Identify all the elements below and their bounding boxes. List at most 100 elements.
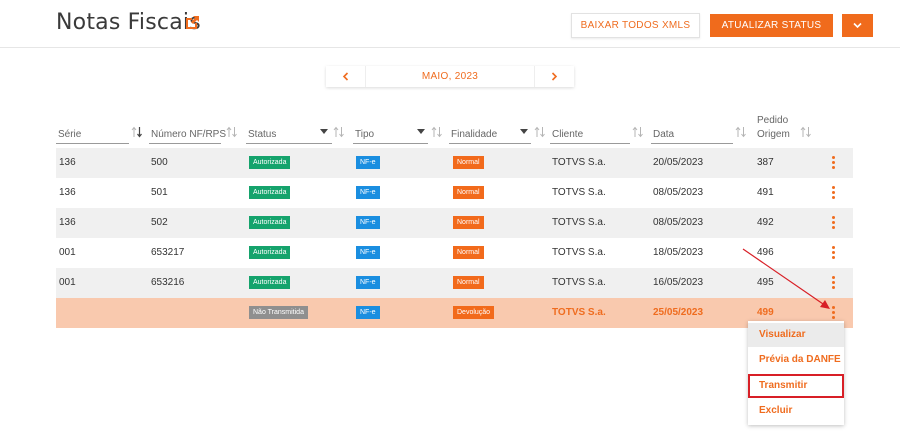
column-label-pedido: Pedido bbox=[757, 115, 789, 126]
status-badge: Não Transmitida bbox=[249, 306, 308, 319]
download-all-xmls-button[interactable]: BAIXAR TODOS XMLS bbox=[571, 13, 700, 38]
cell-pedido: 496 bbox=[757, 247, 774, 258]
cell-data: 25/05/2023 bbox=[653, 307, 704, 318]
sort-icon[interactable] bbox=[632, 126, 644, 138]
cell-numero: 653216 bbox=[151, 277, 185, 288]
current-month-label: MAIO, 2023 bbox=[421, 71, 479, 82]
column-label-status: Status bbox=[248, 129, 277, 140]
table-row[interactable]: 136 500 Autorizada NF-e Normal TOTVS S.a. 20/0… bbox=[56, 148, 853, 178]
cell-numero: 502 bbox=[151, 217, 168, 228]
row-actions-kebab-icon[interactable] bbox=[832, 246, 836, 260]
cell-data: 08/05/2023 bbox=[653, 217, 704, 228]
column-header-status[interactable]: Status bbox=[246, 118, 350, 144]
row-actions-kebab-icon[interactable] bbox=[832, 216, 836, 230]
finalidade-badge: Normal bbox=[453, 156, 484, 169]
cell-serie: 001 bbox=[59, 247, 76, 258]
status-badge: Autorizada bbox=[249, 156, 291, 169]
column-header-finalidade[interactable]: Finalidade bbox=[449, 118, 547, 144]
finalidade-badge: Normal bbox=[453, 276, 484, 289]
cell-numero: 500 bbox=[151, 157, 168, 168]
cell-pedido: 491 bbox=[757, 187, 774, 198]
filter-dropdown-icon[interactable] bbox=[520, 129, 528, 134]
column-header-cliente[interactable]: Cliente bbox=[550, 118, 646, 144]
row-actions-kebab-icon[interactable] bbox=[832, 156, 836, 170]
cell-cliente: TOTVS S.a. bbox=[552, 187, 606, 198]
cell-serie: 136 bbox=[59, 217, 76, 228]
column-header-numero[interactable]: Número NF/RPS bbox=[149, 118, 241, 144]
cell-cliente: TOTVS S.a. bbox=[552, 157, 606, 168]
cell-data: 18/05/2023 bbox=[653, 247, 704, 258]
update-status-button[interactable]: ATUALIZAR STATUS bbox=[710, 14, 833, 37]
month-navigator: MAIO, 2023 bbox=[326, 66, 574, 87]
external-link-icon[interactable] bbox=[184, 15, 200, 31]
cell-pedido: 495 bbox=[757, 277, 774, 288]
tipo-badge: NF-e bbox=[356, 246, 380, 259]
filter-dropdown-icon[interactable] bbox=[320, 129, 328, 134]
cell-pedido: 387 bbox=[757, 157, 774, 168]
page-header: Notas Fiscais BAIXAR TODOS XMLS ATUALIZA… bbox=[0, 0, 900, 48]
cell-serie: 136 bbox=[59, 157, 76, 168]
row-actions-kebab-icon[interactable] bbox=[832, 186, 836, 200]
next-month-button[interactable] bbox=[534, 66, 574, 87]
finalidade-badge: Devolução bbox=[453, 306, 495, 319]
status-badge: Autorizada bbox=[249, 276, 291, 289]
table-row[interactable]: 001 653216 Autorizada NF-e Normal TOTVS S.a. 1… bbox=[56, 268, 853, 298]
more-actions-dropdown-button[interactable] bbox=[842, 14, 873, 37]
cell-cliente: TOTVS S.a. bbox=[552, 277, 606, 288]
sort-descending-icon[interactable] bbox=[131, 126, 143, 138]
menu-item-previa-danfe[interactable]: Prévia da DANFE bbox=[748, 348, 844, 372]
row-context-menu: Visualizar Prévia da DANFE Transmitir Ex… bbox=[748, 321, 844, 425]
row-actions-kebab-icon[interactable] bbox=[832, 276, 836, 290]
cell-serie: 001 bbox=[59, 277, 76, 288]
menu-item-excluir[interactable]: Excluir bbox=[748, 399, 844, 423]
table-row[interactable]: Não Transmitida NF-e Devolução TOTVS S.a. 25… bbox=[56, 298, 853, 328]
column-header-pedido-origem[interactable]: Pedido Origem bbox=[755, 110, 817, 144]
column-label-numero: Número NF/RPS bbox=[151, 129, 227, 140]
column-header-tipo[interactable]: Tipo bbox=[353, 118, 445, 144]
finalidade-badge: Normal bbox=[453, 186, 484, 199]
cell-cliente: TOTVS S.a. bbox=[552, 247, 606, 258]
column-header-data[interactable]: Data bbox=[651, 118, 751, 144]
sort-icon[interactable] bbox=[800, 126, 812, 138]
sort-icon[interactable] bbox=[735, 126, 747, 138]
table-row[interactable]: 001 653217 Autorizada NF-e Normal TOTVS S.a. 1… bbox=[56, 238, 853, 268]
chevron-right-icon bbox=[551, 72, 558, 81]
sort-icon[interactable] bbox=[333, 126, 345, 138]
column-label-data: Data bbox=[653, 129, 675, 140]
menu-item-transmitir[interactable]: Transmitir bbox=[748, 374, 844, 398]
filter-dropdown-icon[interactable] bbox=[417, 129, 425, 134]
previous-month-button[interactable] bbox=[326, 66, 366, 87]
column-label-finalidade: Finalidade bbox=[451, 129, 498, 140]
sort-icon[interactable] bbox=[431, 126, 443, 138]
column-label-serie: Série bbox=[58, 129, 82, 140]
finalidade-badge: Normal bbox=[453, 246, 484, 259]
column-label-tipo: Tipo bbox=[355, 129, 375, 140]
cell-data: 08/05/2023 bbox=[653, 187, 704, 198]
column-header-serie[interactable]: Série bbox=[56, 118, 146, 144]
cell-data: 20/05/2023 bbox=[653, 157, 704, 168]
sort-icon[interactable] bbox=[534, 126, 546, 138]
status-badge: Autorizada bbox=[249, 186, 291, 199]
cell-data: 16/05/2023 bbox=[653, 277, 704, 288]
table-row[interactable]: 136 501 Autorizada NF-e Normal TOTVS S.a. 08/0… bbox=[56, 178, 853, 208]
table-row[interactable]: 136 502 Autorizada NF-e Normal TOTVS S.a. 08/0… bbox=[56, 208, 853, 238]
tipo-badge: NF-e bbox=[356, 186, 380, 199]
cell-numero: 501 bbox=[151, 187, 168, 198]
column-label-cliente: Cliente bbox=[552, 129, 584, 140]
menu-item-visualizar[interactable]: Visualizar bbox=[748, 323, 844, 347]
tipo-badge: NF-e bbox=[356, 276, 380, 289]
status-badge: Autorizada bbox=[249, 246, 291, 259]
column-label-origem: Origem bbox=[757, 129, 790, 140]
cell-serie: 136 bbox=[59, 187, 76, 198]
chevron-left-icon bbox=[342, 72, 349, 81]
page-title: Notas Fiscais bbox=[56, 10, 201, 35]
cell-cliente: TOTVS S.a. bbox=[552, 307, 606, 318]
row-actions-kebab-icon[interactable] bbox=[832, 306, 836, 320]
finalidade-badge: Normal bbox=[453, 216, 484, 229]
sort-icon[interactable] bbox=[226, 126, 238, 138]
cell-cliente: TOTVS S.a. bbox=[552, 217, 606, 228]
tipo-badge: NF-e bbox=[356, 306, 380, 319]
status-badge: Autorizada bbox=[249, 216, 291, 229]
cell-pedido: 492 bbox=[757, 217, 774, 228]
tipo-badge: NF-e bbox=[356, 216, 380, 229]
